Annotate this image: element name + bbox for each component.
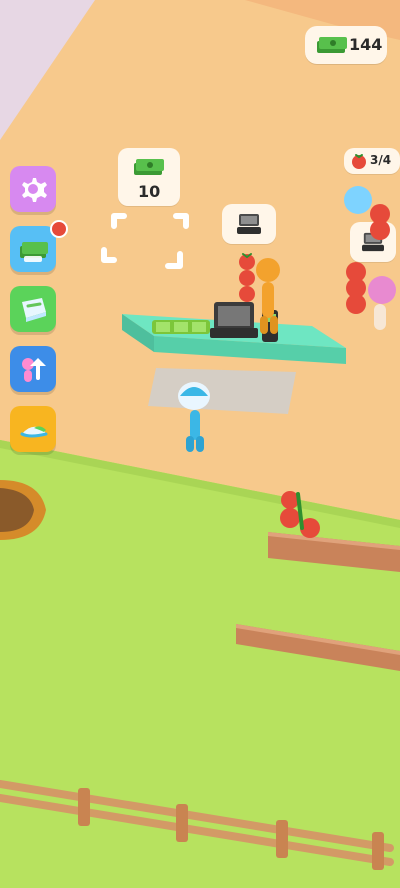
staff-upgrade-icon [22, 358, 46, 382]
map-button[interactable] [10, 286, 56, 332]
gear-icon [22, 178, 47, 202]
settings-button[interactable] [10, 166, 56, 212]
customer-1 [256, 258, 280, 334]
build-cost-bubble: 10 [118, 148, 180, 206]
player-character [178, 382, 210, 452]
garden-plot-2[interactable] [230, 608, 400, 688]
game-scene: 144 10 3/4 [0, 0, 400, 888]
build-spot-marker[interactable] [96, 206, 206, 278]
cash-upgrade-button[interactable] [10, 220, 68, 272]
staff-upgrade-button[interactable] [10, 346, 56, 392]
hat-shop-button[interactable] [10, 406, 56, 452]
cash-amount: 144 [349, 35, 383, 54]
cash-stack-icon [134, 159, 164, 175]
customer-queue [344, 186, 396, 330]
tomato-progress: 3/4 [370, 153, 392, 167]
cap-icon [20, 426, 48, 438]
tomato-icon [352, 154, 366, 169]
dirt-pit [0, 480, 46, 540]
fence [0, 780, 394, 870]
build-cost: 10 [138, 182, 161, 201]
cash-stack-icon [317, 37, 347, 53]
garden-plot-1[interactable] [220, 488, 400, 578]
cash-stack-icon [20, 242, 48, 262]
cash-register-icon [237, 214, 261, 234]
map-icon [22, 298, 46, 322]
cash-hud: 144 [305, 26, 387, 64]
register-bubble [222, 204, 276, 244]
notification-dot [50, 220, 68, 238]
